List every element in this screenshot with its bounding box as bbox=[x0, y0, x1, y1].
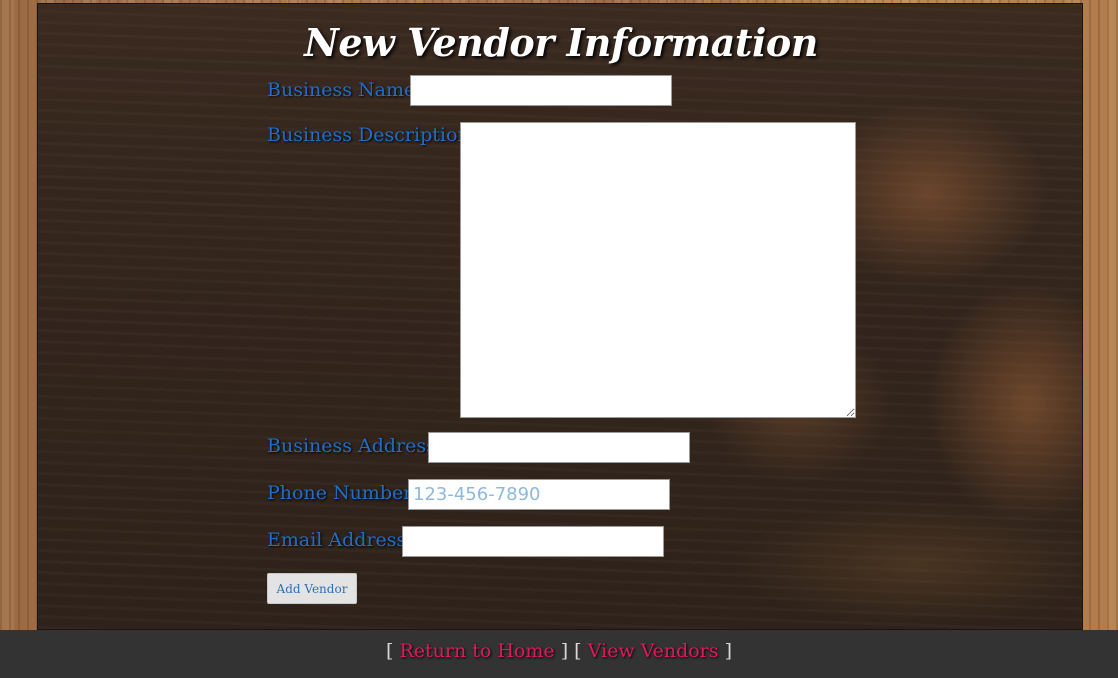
business-description-label: Business Description bbox=[267, 124, 470, 146]
footer-bracket-middle: ] [ bbox=[560, 640, 582, 662]
vendor-form-panel: New Vendor Information Business Name Bus… bbox=[37, 3, 1083, 630]
business-address-input[interactable] bbox=[428, 432, 690, 463]
page-title: New Vendor Information bbox=[304, 20, 818, 65]
business-description-textarea[interactable] bbox=[460, 122, 856, 418]
return-to-home-link[interactable]: Return to Home bbox=[399, 640, 554, 662]
email-address-label: Email Address bbox=[267, 529, 407, 551]
email-address-input[interactable] bbox=[402, 526, 664, 557]
business-address-label: Business Address bbox=[267, 435, 436, 457]
business-name-label: Business Name bbox=[267, 79, 416, 101]
view-vendors-link[interactable]: View Vendors bbox=[588, 640, 719, 662]
phone-number-label: Phone Number bbox=[267, 482, 413, 504]
phone-number-input[interactable] bbox=[408, 479, 670, 510]
footer-nav: [ Return to Home ] [ View Vendors ] bbox=[0, 630, 1118, 678]
business-name-input[interactable] bbox=[410, 75, 672, 106]
footer-bracket-close: ] bbox=[724, 640, 732, 662]
footer-bracket-open: [ bbox=[386, 640, 394, 662]
add-vendor-button[interactable]: Add Vendor bbox=[267, 573, 357, 604]
